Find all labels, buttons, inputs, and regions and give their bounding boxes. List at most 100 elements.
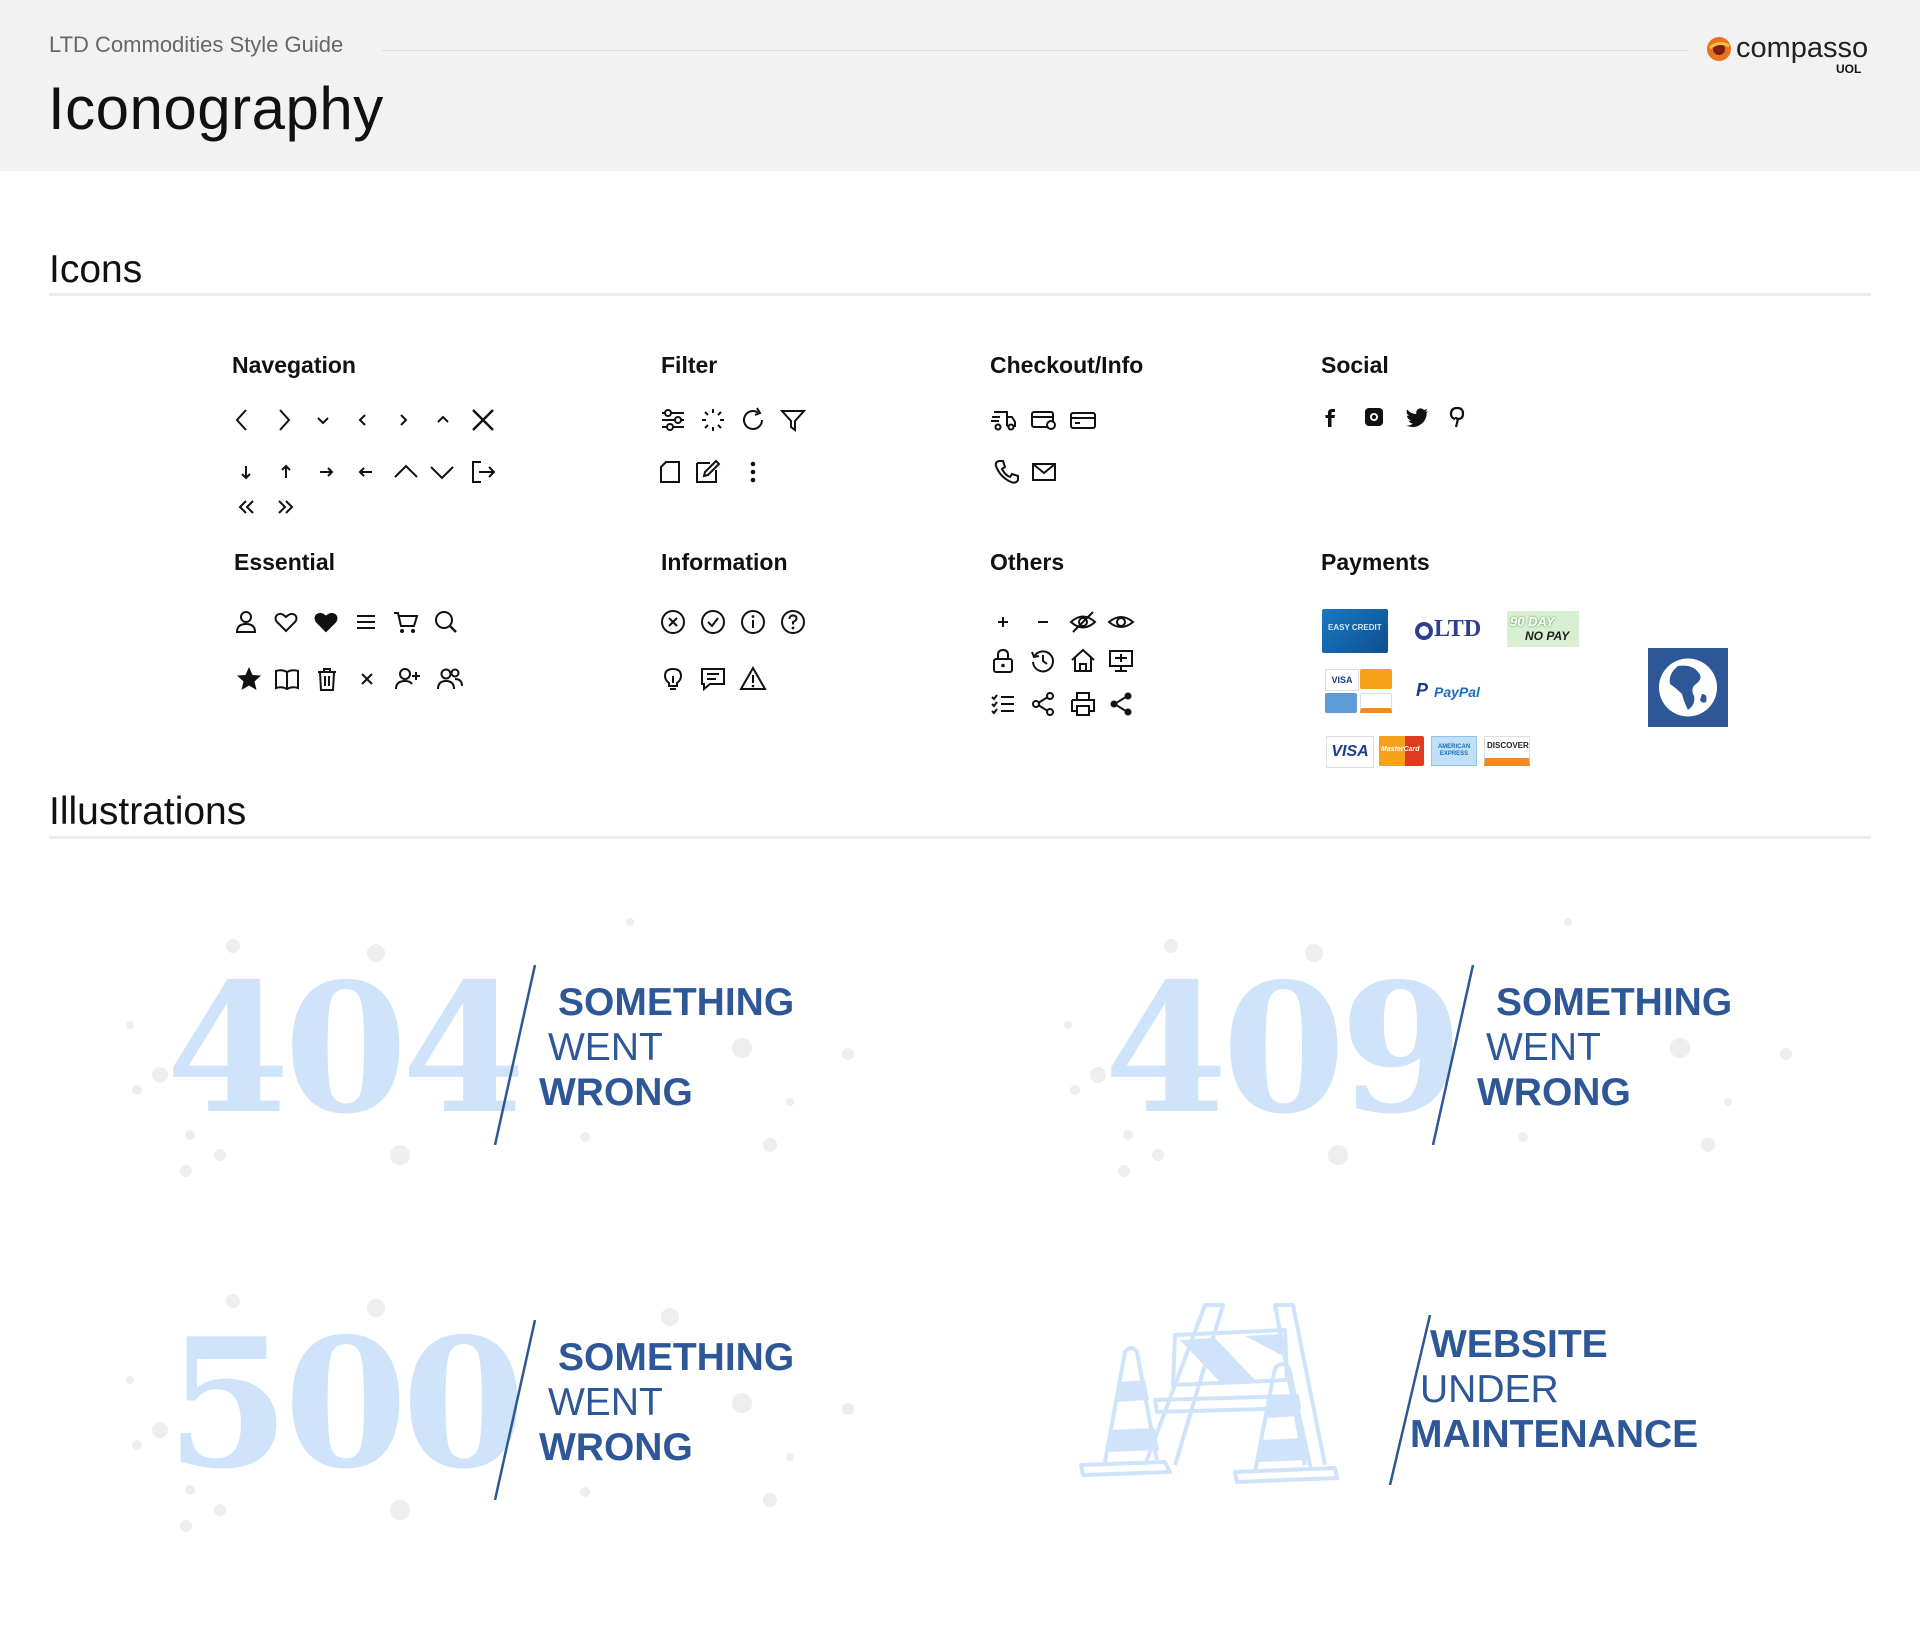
- easy-credit-label: EASY CREDIT: [1328, 623, 1382, 632]
- heart-outline-icon[interactable]: [271, 607, 301, 637]
- maintenance-message: WEBSITE UNDER MAINTENANCE: [1410, 1322, 1698, 1457]
- chevron-up-small-icon: [428, 405, 458, 435]
- amex-label: AMERICAN EXPRESS: [1437, 744, 1471, 757]
- home-icon[interactable]: [1068, 646, 1098, 676]
- error-code-409: 409: [1104, 944, 1464, 1153]
- mail-icon: [1029, 457, 1059, 487]
- chevron-left-small-icon: [348, 405, 378, 435]
- mastercard-label: MasterCard: [1381, 746, 1420, 753]
- message-line-3: WRONG: [1477, 1071, 1631, 1114]
- group-title-others: Others: [990, 549, 1065, 575]
- users-group-icon: [435, 664, 465, 694]
- chevron-down-icon: [427, 457, 457, 487]
- arrow-left-icon: [351, 457, 381, 487]
- page-title: Iconography: [48, 75, 384, 142]
- section-divider-illustrations: [49, 836, 1871, 839]
- trash-icon[interactable]: [312, 664, 342, 694]
- lock-icon: [988, 646, 1018, 676]
- loading-icon: [698, 405, 728, 435]
- card-payment-icon: [1029, 405, 1059, 435]
- compasso-logo: compasso UOL: [1706, 32, 1876, 76]
- visa-card: VISA: [1326, 736, 1374, 768]
- chevron-down-small-icon: [308, 405, 338, 435]
- barrier-cones-icon: [1079, 1303, 1339, 1484]
- instagram-icon[interactable]: [1359, 402, 1389, 432]
- print-icon[interactable]: [1068, 689, 1098, 719]
- ltd-seal-icon: [1415, 622, 1433, 640]
- history-icon: [1028, 646, 1058, 676]
- facebook-icon[interactable]: [1315, 402, 1345, 432]
- section-divider-icons: [49, 293, 1871, 296]
- message-line-3: WRONG: [539, 1426, 693, 1469]
- menu-icon[interactable]: [351, 607, 381, 637]
- twitter-icon[interactable]: [1402, 402, 1432, 432]
- share-filled-icon[interactable]: [1106, 689, 1136, 719]
- chevron-left-icon: [228, 405, 258, 435]
- mastercard-card: MasterCard: [1379, 736, 1424, 766]
- header-divider: [382, 50, 1688, 51]
- amex-mini-icon: [1325, 693, 1357, 713]
- arrow-down-icon: [231, 457, 261, 487]
- add-user-icon: [393, 664, 423, 694]
- message-line-1: SOMETHING: [1496, 981, 1733, 1024]
- eye-icon[interactable]: [1106, 607, 1136, 637]
- illustration-409: 409 SOMETHING WENT WRONG: [1038, 905, 1798, 1185]
- slash-divider: [1431, 965, 1475, 1145]
- eye-off-icon[interactable]: [1068, 607, 1098, 637]
- search-icon[interactable]: [431, 607, 461, 637]
- close-icon: [468, 405, 498, 435]
- ltd-card-logo: LTD: [1412, 614, 1482, 646]
- message-line-2: WENT: [548, 1026, 663, 1069]
- visa-label: VISA: [1331, 743, 1369, 760]
- user-icon: [231, 607, 261, 637]
- error-message-409: SOMETHING WENT WRONG: [1477, 980, 1733, 1115]
- share-outline-icon[interactable]: [1028, 689, 1058, 719]
- group-title-payments: Payments: [1321, 549, 1430, 575]
- style-guide-title: LTD Commodities Style Guide: [49, 32, 344, 57]
- error-message-500: SOMETHING WENT WRONG: [539, 1335, 794, 1470]
- chevron-up-icon: [391, 457, 421, 487]
- discover-card: DISCOVER: [1484, 736, 1530, 766]
- slash-divider: [493, 965, 537, 1145]
- logo-wordmark: compasso: [1736, 32, 1869, 64]
- delivery-truck-icon: [988, 405, 1018, 435]
- section-title-icons: Icons: [49, 248, 143, 291]
- more-vertical-icon: [738, 457, 768, 487]
- pinterest-icon[interactable]: [1442, 402, 1472, 432]
- sliders-icon: [658, 405, 688, 435]
- message-line-2: WENT: [1486, 1026, 1601, 1069]
- checklist-icon: [988, 689, 1018, 719]
- card-logos-cluster: VISA: [1325, 667, 1393, 715]
- minus-icon[interactable]: [1028, 607, 1058, 637]
- group-title-information: Information: [661, 549, 788, 575]
- check-circle-icon: [698, 607, 728, 637]
- plus-icon[interactable]: [988, 607, 1018, 637]
- group-title-checkout: Checkout/Info: [990, 352, 1144, 378]
- double-chevron-right-icon: [271, 492, 301, 522]
- group-title-filter: Filter: [661, 352, 718, 378]
- group-title-essential: Essential: [234, 549, 335, 575]
- slash-divider: [493, 1320, 537, 1500]
- logout-icon: [468, 457, 498, 487]
- cart-icon[interactable]: [391, 607, 421, 637]
- message-line-1: SOMETHING: [558, 981, 795, 1024]
- arrow-right-icon: [311, 457, 341, 487]
- ninety-day-no-pay-badge: 90 DAY NO PAY: [1507, 611, 1579, 647]
- paypal-p-icon: P: [1416, 680, 1429, 700]
- filter-funnel-icon: [778, 405, 808, 435]
- credit-card-icon: [1068, 405, 1098, 435]
- paypal-text: PayPal: [1434, 684, 1480, 700]
- illustration-404: 404 SOMETHING WENT WRONG: [100, 905, 860, 1185]
- group-title-social: Social: [1321, 352, 1389, 378]
- mastercard-mini-icon: [1360, 669, 1392, 689]
- warning-icon: [738, 664, 768, 694]
- double-chevron-left-icon: [231, 492, 261, 522]
- lightbulb-icon: [658, 664, 688, 694]
- heart-filled-icon[interactable]: [311, 607, 341, 637]
- page-header: LTD Commodities Style Guide Iconography …: [0, 0, 1920, 171]
- book-icon: [272, 664, 302, 694]
- close-small-icon[interactable]: [352, 664, 382, 694]
- error-code-500: 500: [166, 1299, 526, 1508]
- illustration-maintenance: WEBSITE UNDER MAINTENANCE: [1075, 1300, 1775, 1500]
- edit-icon: [692, 457, 722, 487]
